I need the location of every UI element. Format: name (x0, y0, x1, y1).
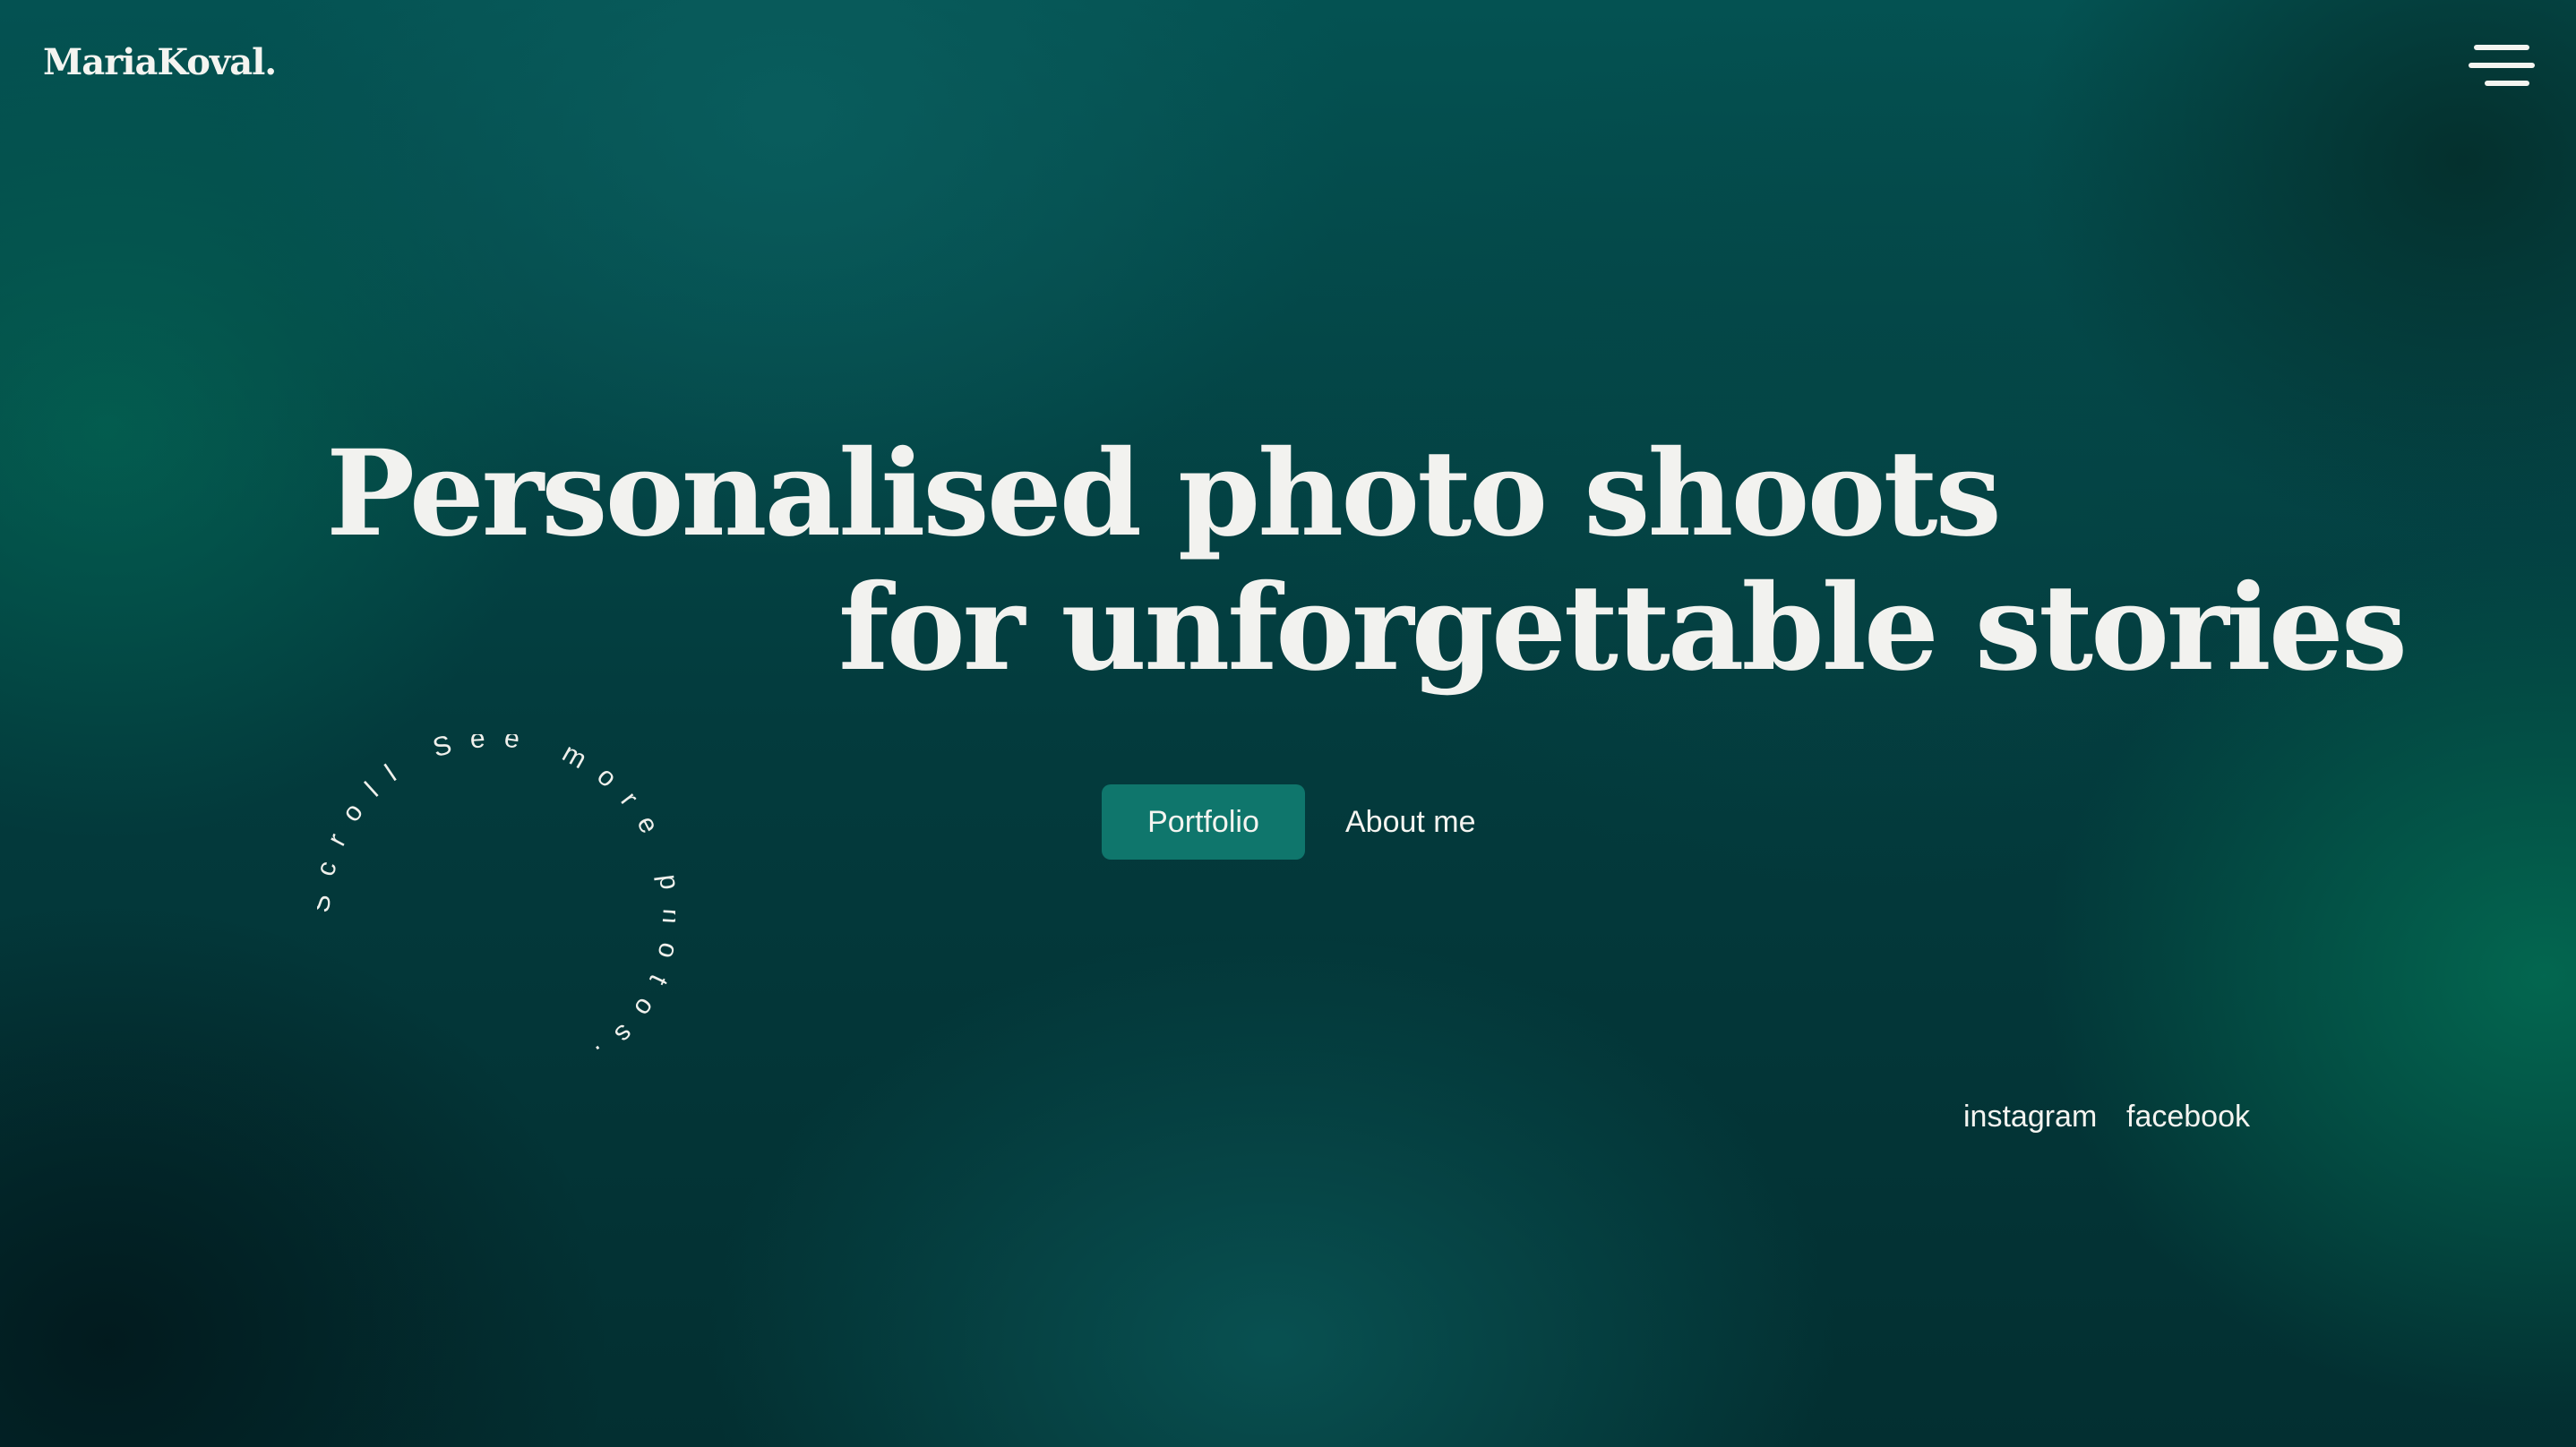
hamburger-menu-icon[interactable] (2469, 43, 2540, 88)
hero-headline-line-1: Personalised photo shoots (326, 424, 2002, 563)
scroll-ring-text: Scroll See more photos. (317, 734, 675, 1078)
menu-line-bottom (2485, 81, 2529, 86)
scroll-indicator-ring[interactable]: Scroll See more photos. (317, 734, 675, 1092)
about-me-link[interactable]: About me (1345, 784, 1476, 860)
scroll-ring-textpath: Scroll See more photos. (317, 734, 669, 1078)
site-logo[interactable]: MariaKoval. (43, 41, 277, 83)
facebook-link[interactable]: facebook (2126, 1100, 2250, 1134)
menu-line-middle (2469, 63, 2535, 68)
instagram-link[interactable]: instagram (1963, 1100, 2097, 1134)
hero-headline-line-2: for unforgettable stories (838, 559, 2408, 698)
menu-line-top (2474, 45, 2529, 50)
portfolio-button[interactable]: Portfolio (1102, 784, 1305, 860)
